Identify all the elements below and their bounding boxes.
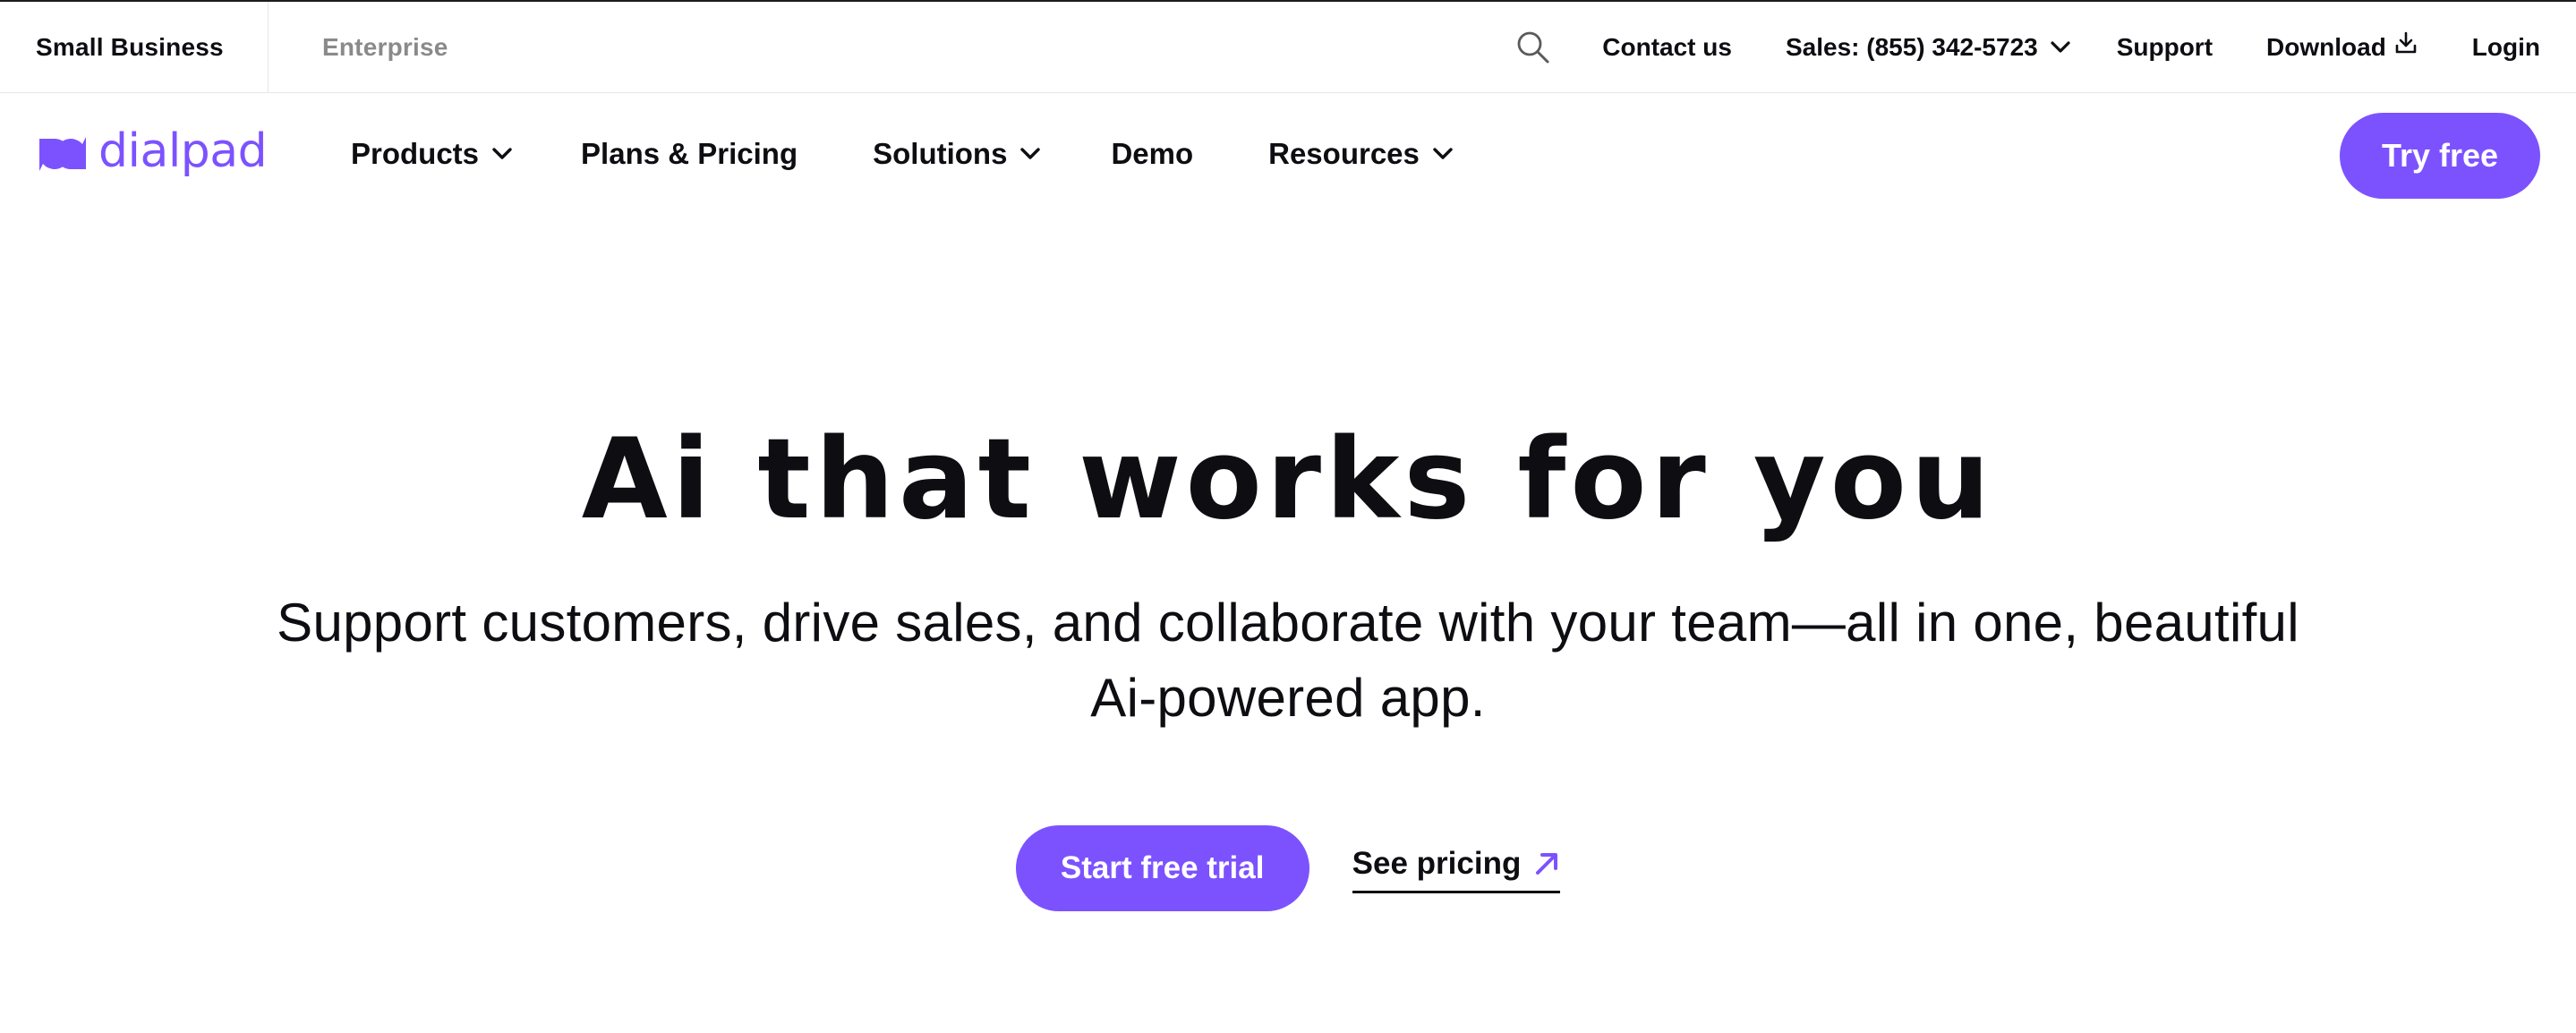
nav-item-demo-label: Demo (1111, 137, 1194, 170)
segment-small-business[interactable]: Small Business (36, 2, 269, 93)
sales-phone-label: Sales: (855) 342-5723 (1785, 33, 2038, 61)
nav-item-plans-pricing-label: Plans & Pricing (581, 137, 798, 170)
segment-small-business-label: Small Business (36, 33, 224, 61)
support-link[interactable]: Support (2117, 33, 2213, 62)
contact-us-label: Contact us (1602, 33, 1732, 61)
see-pricing-label: See pricing (1352, 845, 1522, 881)
utility-links: Contact us Sales: (855) 342-5723 Support… (1516, 2, 2540, 93)
logo-text: dialpad (98, 124, 268, 178)
contact-us-link[interactable]: Contact us (1602, 33, 1732, 62)
download-label: Download (2266, 33, 2386, 61)
login-label: Login (2471, 33, 2540, 61)
try-free-button[interactable]: Try free (2340, 113, 2540, 199)
chevron-down-icon (491, 147, 513, 161)
chevron-down-icon (1432, 147, 1454, 161)
hero-subtitle-line2: Ai-powered app. (1090, 668, 1486, 728)
utility-bar: Small Business Enterprise Contact us Sal… (0, 2, 2576, 93)
hero-subtitle: Support customers, drive sales, and coll… (125, 585, 2451, 736)
download-icon (2395, 31, 2417, 55)
search-icon[interactable] (1516, 30, 1550, 64)
dialpad-logo[interactable]: dialpad (36, 124, 268, 179)
chevron-down-icon (2051, 41, 2070, 54)
nav-item-products-label: Products (351, 137, 480, 170)
nav-links: Products Plans & Pricing Solutions Demo … (351, 93, 1454, 215)
nav-item-solutions[interactable]: Solutions (873, 137, 1041, 171)
nav-item-plans-pricing[interactable]: Plans & Pricing (581, 137, 798, 171)
logo-mark-icon (36, 133, 90, 175)
segment-enterprise[interactable]: Enterprise (322, 2, 448, 93)
chevron-down-icon (1019, 147, 1041, 161)
sales-phone-dropdown[interactable]: Sales: (855) 342-5723 (1786, 33, 2070, 62)
hero-title: Ai that works for you (581, 415, 1995, 544)
nav-item-resources[interactable]: Resources (1268, 137, 1454, 171)
download-link[interactable]: Download (2266, 31, 2417, 62)
segment-enterprise-label: Enterprise (322, 33, 448, 61)
nav-item-solutions-label: Solutions (873, 137, 1008, 170)
main-nav: dialpad Products Plans & Pricing Solutio… (0, 93, 2576, 215)
start-free-trial-button[interactable]: Start free trial (1015, 825, 1309, 911)
see-pricing-link[interactable]: See pricing (1352, 843, 1561, 893)
hero-cta-row: Start free trial See pricing (0, 825, 2576, 911)
arrow-up-right-icon (1533, 850, 1560, 877)
hero-subtitle-line1: Support customers, drive sales, and coll… (277, 593, 2299, 653)
support-label: Support (2116, 33, 2213, 61)
nav-item-resources-label: Resources (1268, 137, 1420, 170)
nav-item-products[interactable]: Products (351, 137, 513, 171)
login-link[interactable]: Login (2472, 33, 2540, 62)
nav-item-demo[interactable]: Demo (1111, 137, 1193, 171)
